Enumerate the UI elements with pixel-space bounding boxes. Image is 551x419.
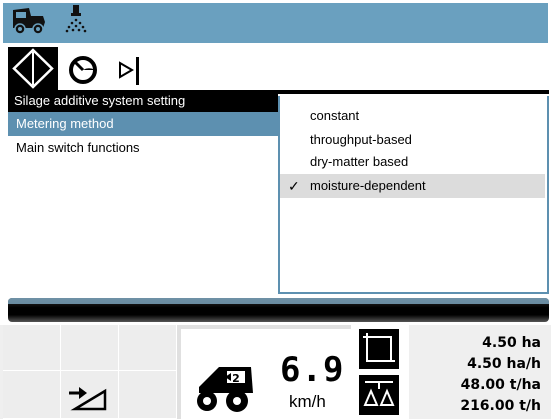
option-moisture-dependent[interactable]: ✓ moisture-dependent xyxy=(280,174,545,198)
option-label: moisture-dependent xyxy=(310,178,426,193)
option-dry-matter-based[interactable]: dry-matter based xyxy=(280,150,545,174)
enter-ramp-button[interactable] xyxy=(61,371,119,419)
option-throughput-based[interactable]: throughput-based xyxy=(280,128,545,152)
yield-per-area: 48.00 t/ha xyxy=(460,377,541,393)
counter-icons xyxy=(351,325,409,419)
scrollbar[interactable] xyxy=(8,298,549,322)
softkey-slot[interactable] xyxy=(3,325,61,371)
option-constant[interactable]: constant xyxy=(280,104,545,128)
speedometer-button[interactable] xyxy=(66,54,100,91)
scrollbar-highlight xyxy=(8,298,549,304)
diamond-nav-icon xyxy=(12,48,54,89)
svg-text:2: 2 xyxy=(232,372,240,385)
softkey-slot[interactable] xyxy=(119,325,177,371)
status-bar xyxy=(3,3,548,43)
flag-marker-icon xyxy=(119,57,139,85)
tractor-gear-icon: 2 xyxy=(197,367,253,412)
option-label: throughput-based xyxy=(310,132,412,147)
speedometer-icon xyxy=(69,56,97,84)
menu-item-main-switch-functions[interactable]: Main switch functions xyxy=(8,136,278,160)
area-rate: 4.50 ha/h xyxy=(467,356,541,372)
option-label: constant xyxy=(310,108,360,123)
terminal-screen: Silage additive system setting Metering … xyxy=(0,0,551,419)
checkmark-icon: ✓ xyxy=(288,178,300,194)
toolbar xyxy=(8,47,549,92)
forage-harvester-icon[interactable] xyxy=(9,6,49,41)
speed-unit: km/h xyxy=(289,392,326,411)
spray-nozzle-icon[interactable] xyxy=(61,5,91,44)
softkey-slot[interactable] xyxy=(119,371,177,419)
flag-marker-button[interactable] xyxy=(116,53,146,92)
throughput: 216.00 t/h xyxy=(460,398,541,414)
panel-title: Silage additive system setting xyxy=(8,90,278,112)
softkey-slot[interactable] xyxy=(61,325,119,371)
menu-item-metering-method[interactable]: Metering method xyxy=(8,112,278,136)
panel-title-bar xyxy=(278,90,549,94)
scale-counter-icon[interactable] xyxy=(359,375,399,415)
option-label: dry-matter based xyxy=(310,154,409,169)
metering-method-dropdown: constant throughput-based dry-matter bas… xyxy=(278,96,549,294)
diamond-nav-button[interactable] xyxy=(8,47,58,90)
area-counter-icon[interactable] xyxy=(359,329,399,369)
speed-value: 6.9 xyxy=(280,350,345,390)
softkey-slot[interactable] xyxy=(3,371,61,419)
enter-ramp-icon xyxy=(69,387,107,411)
area-worked: 4.50 ha xyxy=(482,335,541,351)
